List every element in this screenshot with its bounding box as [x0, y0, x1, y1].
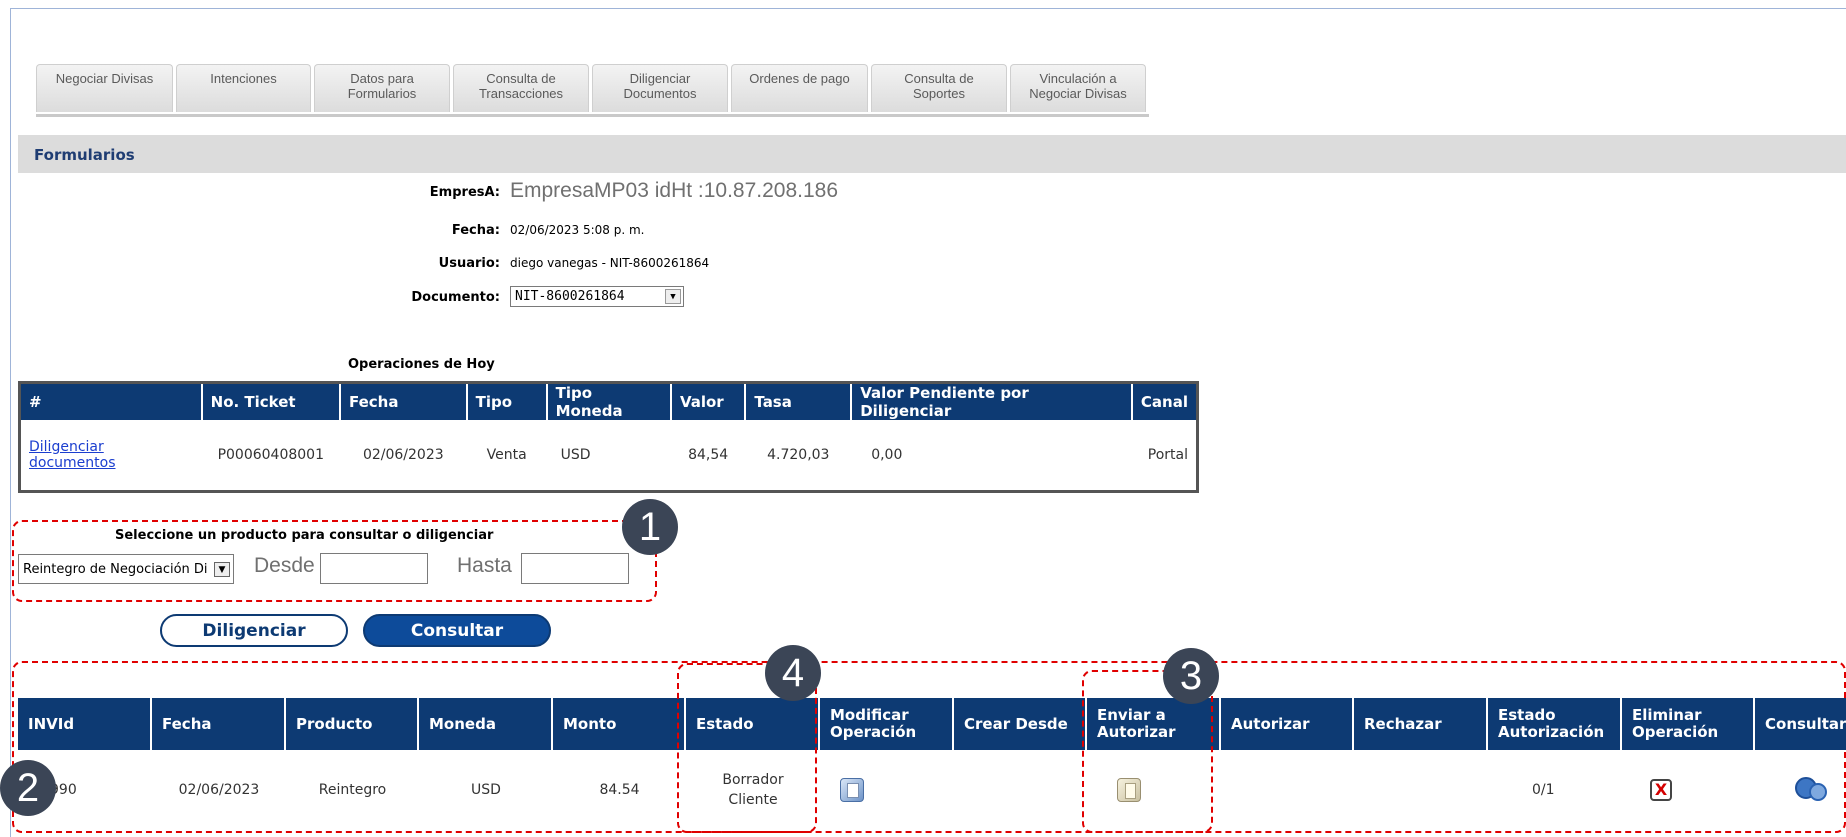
ops-cell-valor: 84,54 — [688, 447, 729, 463]
ops-header-row: # No. Ticket Fecha Tipo Tipo Moneda Valo… — [19, 382, 1199, 420]
chevron-down-icon: ▼ — [665, 289, 681, 304]
result-modificar — [820, 750, 954, 830]
ops-cell-canal: Portal — [1147, 447, 1188, 463]
product-select[interactable]: Reintegro de Negociación Di ▼ — [18, 554, 234, 584]
window-frame-left — [10, 8, 11, 837]
tab-consulta-soportes[interactable]: Consulta de Soportes — [871, 64, 1007, 112]
results-header: INVId Fecha Producto Moneda Monto Estado… — [18, 698, 1846, 750]
ops-header-cell: Fecha — [339, 382, 468, 420]
ops-header-cell: Valor — [670, 382, 747, 420]
tab-datos-formularios[interactable]: Datos para Formularios — [314, 64, 450, 112]
ops-cell-tasa: 4.720,03 — [767, 447, 830, 463]
result-moneda: USD — [471, 782, 501, 798]
result-consultar — [1755, 750, 1846, 830]
usuario-label: Usuario: — [438, 256, 500, 271]
section-title: Formularios — [34, 146, 135, 164]
annotation-badge-2: 2 — [0, 760, 56, 816]
ops-header-cell: Tasa — [745, 382, 853, 420]
result-fecha: 02/06/2023 — [178, 782, 260, 798]
tab-intenciones[interactable]: Intenciones — [176, 64, 311, 112]
ops-header-cell: No. Ticket — [201, 382, 341, 420]
product-select-title: Seleccione un producto para consultar o … — [115, 528, 494, 543]
ops-cell-ticket: P00060408001 — [217, 447, 324, 463]
documento-select-value: NIT-8600261864 — [515, 289, 625, 304]
annotation-badge-1: 1 — [622, 499, 678, 555]
results-header-producto: Producto — [286, 698, 419, 750]
ops-header-cell: Valor Pendiente por Diligenciar — [851, 382, 1133, 420]
search-icon-lens-back — [1809, 783, 1827, 801]
ops-title: Operaciones de Hoy — [348, 357, 495, 372]
diligenciar-button[interactable]: Diligenciar — [160, 614, 348, 647]
search-icon[interactable] — [1795, 777, 1829, 803]
results-header-consultar: Consultar — [1765, 714, 1846, 733]
result-rechazar — [1354, 750, 1488, 830]
documento-label: Documento: — [411, 290, 500, 305]
tab-vinculacion[interactable]: Vinculación a Negociar Divisas — [1010, 64, 1146, 112]
results-header-modificar: Modificar Operación — [820, 698, 954, 750]
results-header-fecha: Fecha — [152, 698, 286, 750]
hasta-label: Hasta — [457, 554, 512, 577]
results-header-estado-autorizacion: Estado Autorización — [1488, 698, 1622, 750]
ops-cell-moneda: USD — [560, 447, 591, 463]
tab-consulta-transacciones[interactable]: Consulta de Transacciones — [453, 64, 589, 112]
ops-header-cell: # — [19, 382, 203, 420]
ops-header-cell: Tipo — [466, 382, 548, 420]
table-row: Diligenciar documentos P00060408001 02/0… — [20, 420, 1198, 492]
tab-negociar-divisas[interactable]: Negociar Divisas — [36, 64, 173, 112]
ops-cell-link: Diligenciar documentos — [20, 420, 202, 492]
fecha-value: 02/06/2023 5:08 p. m. — [510, 223, 645, 237]
operations-table: # No. Ticket Fecha Tipo Tipo Moneda Valo… — [18, 381, 1199, 493]
ops-header-cell: Tipo Moneda — [546, 382, 672, 420]
consultar-button[interactable]: Consultar — [363, 614, 551, 647]
ops-cell-fecha: 02/06/2023 — [362, 447, 444, 463]
results-header-autorizar: Autorizar — [1221, 698, 1354, 750]
delete-icon[interactable]: X — [1650, 779, 1672, 801]
result-monto: 84.54 — [599, 782, 640, 798]
empresa-label: EmpresA: — [429, 185, 500, 200]
fecha-label: Fecha: — [451, 223, 500, 238]
results-header-rechazar: Rechazar — [1354, 698, 1488, 750]
section-header: Formularios — [18, 135, 1846, 173]
chevron-down-icon: ▼ — [214, 562, 230, 577]
documento-select[interactable]: NIT-8600261864 ▼ — [510, 286, 684, 307]
window-frame-top — [10, 8, 1846, 9]
result-estado-autorizacion: 0/1 — [1532, 782, 1555, 798]
annotation-badge-4: 4 — [765, 645, 821, 701]
results-header-monto: Monto — [553, 698, 686, 750]
result-autorizar — [1221, 750, 1354, 830]
ops-cell-pendiente: 0,00 — [871, 447, 903, 463]
usuario-value: diego vanegas - NIT-8600261864 — [510, 256, 710, 270]
result-producto: Reintegro — [318, 782, 387, 798]
product-select-value: Reintegro de Negociación Di — [23, 562, 208, 577]
results-header-crear: Crear Desde — [954, 698, 1087, 750]
table-row: 990 02/06/2023 Reintegro USD 84.54 Borra… — [18, 750, 1846, 830]
hasta-input[interactable] — [521, 553, 629, 584]
tab-ordenes-pago[interactable]: Ordenes de pago — [731, 64, 868, 112]
tab-diligenciar-documentos[interactable]: Diligenciar Documentos — [592, 64, 728, 112]
diligenciar-documentos-link[interactable]: Diligenciar documentos — [29, 439, 116, 471]
desde-input[interactable] — [320, 553, 428, 584]
result-crear — [954, 750, 1087, 830]
ops-header-cell: Canal — [1131, 382, 1199, 420]
results-header-moneda: Moneda — [419, 698, 553, 750]
results-header-invid: INVId — [18, 698, 152, 750]
annotation-badge-3: 3 — [1163, 648, 1219, 704]
results-header-eliminar: Eliminar Operación — [1622, 698, 1755, 750]
result-eliminar: X — [1622, 750, 1755, 830]
desde-label: Desde — [254, 554, 315, 577]
main-tabs: Negociar Divisas Intenciones Datos para … — [36, 64, 1149, 117]
empresa-value: EmpresaMP03 idHt :10.87.208.186 — [510, 179, 839, 202]
ops-cell-tipo: Venta — [486, 447, 527, 463]
edit-icon[interactable] — [840, 778, 864, 802]
